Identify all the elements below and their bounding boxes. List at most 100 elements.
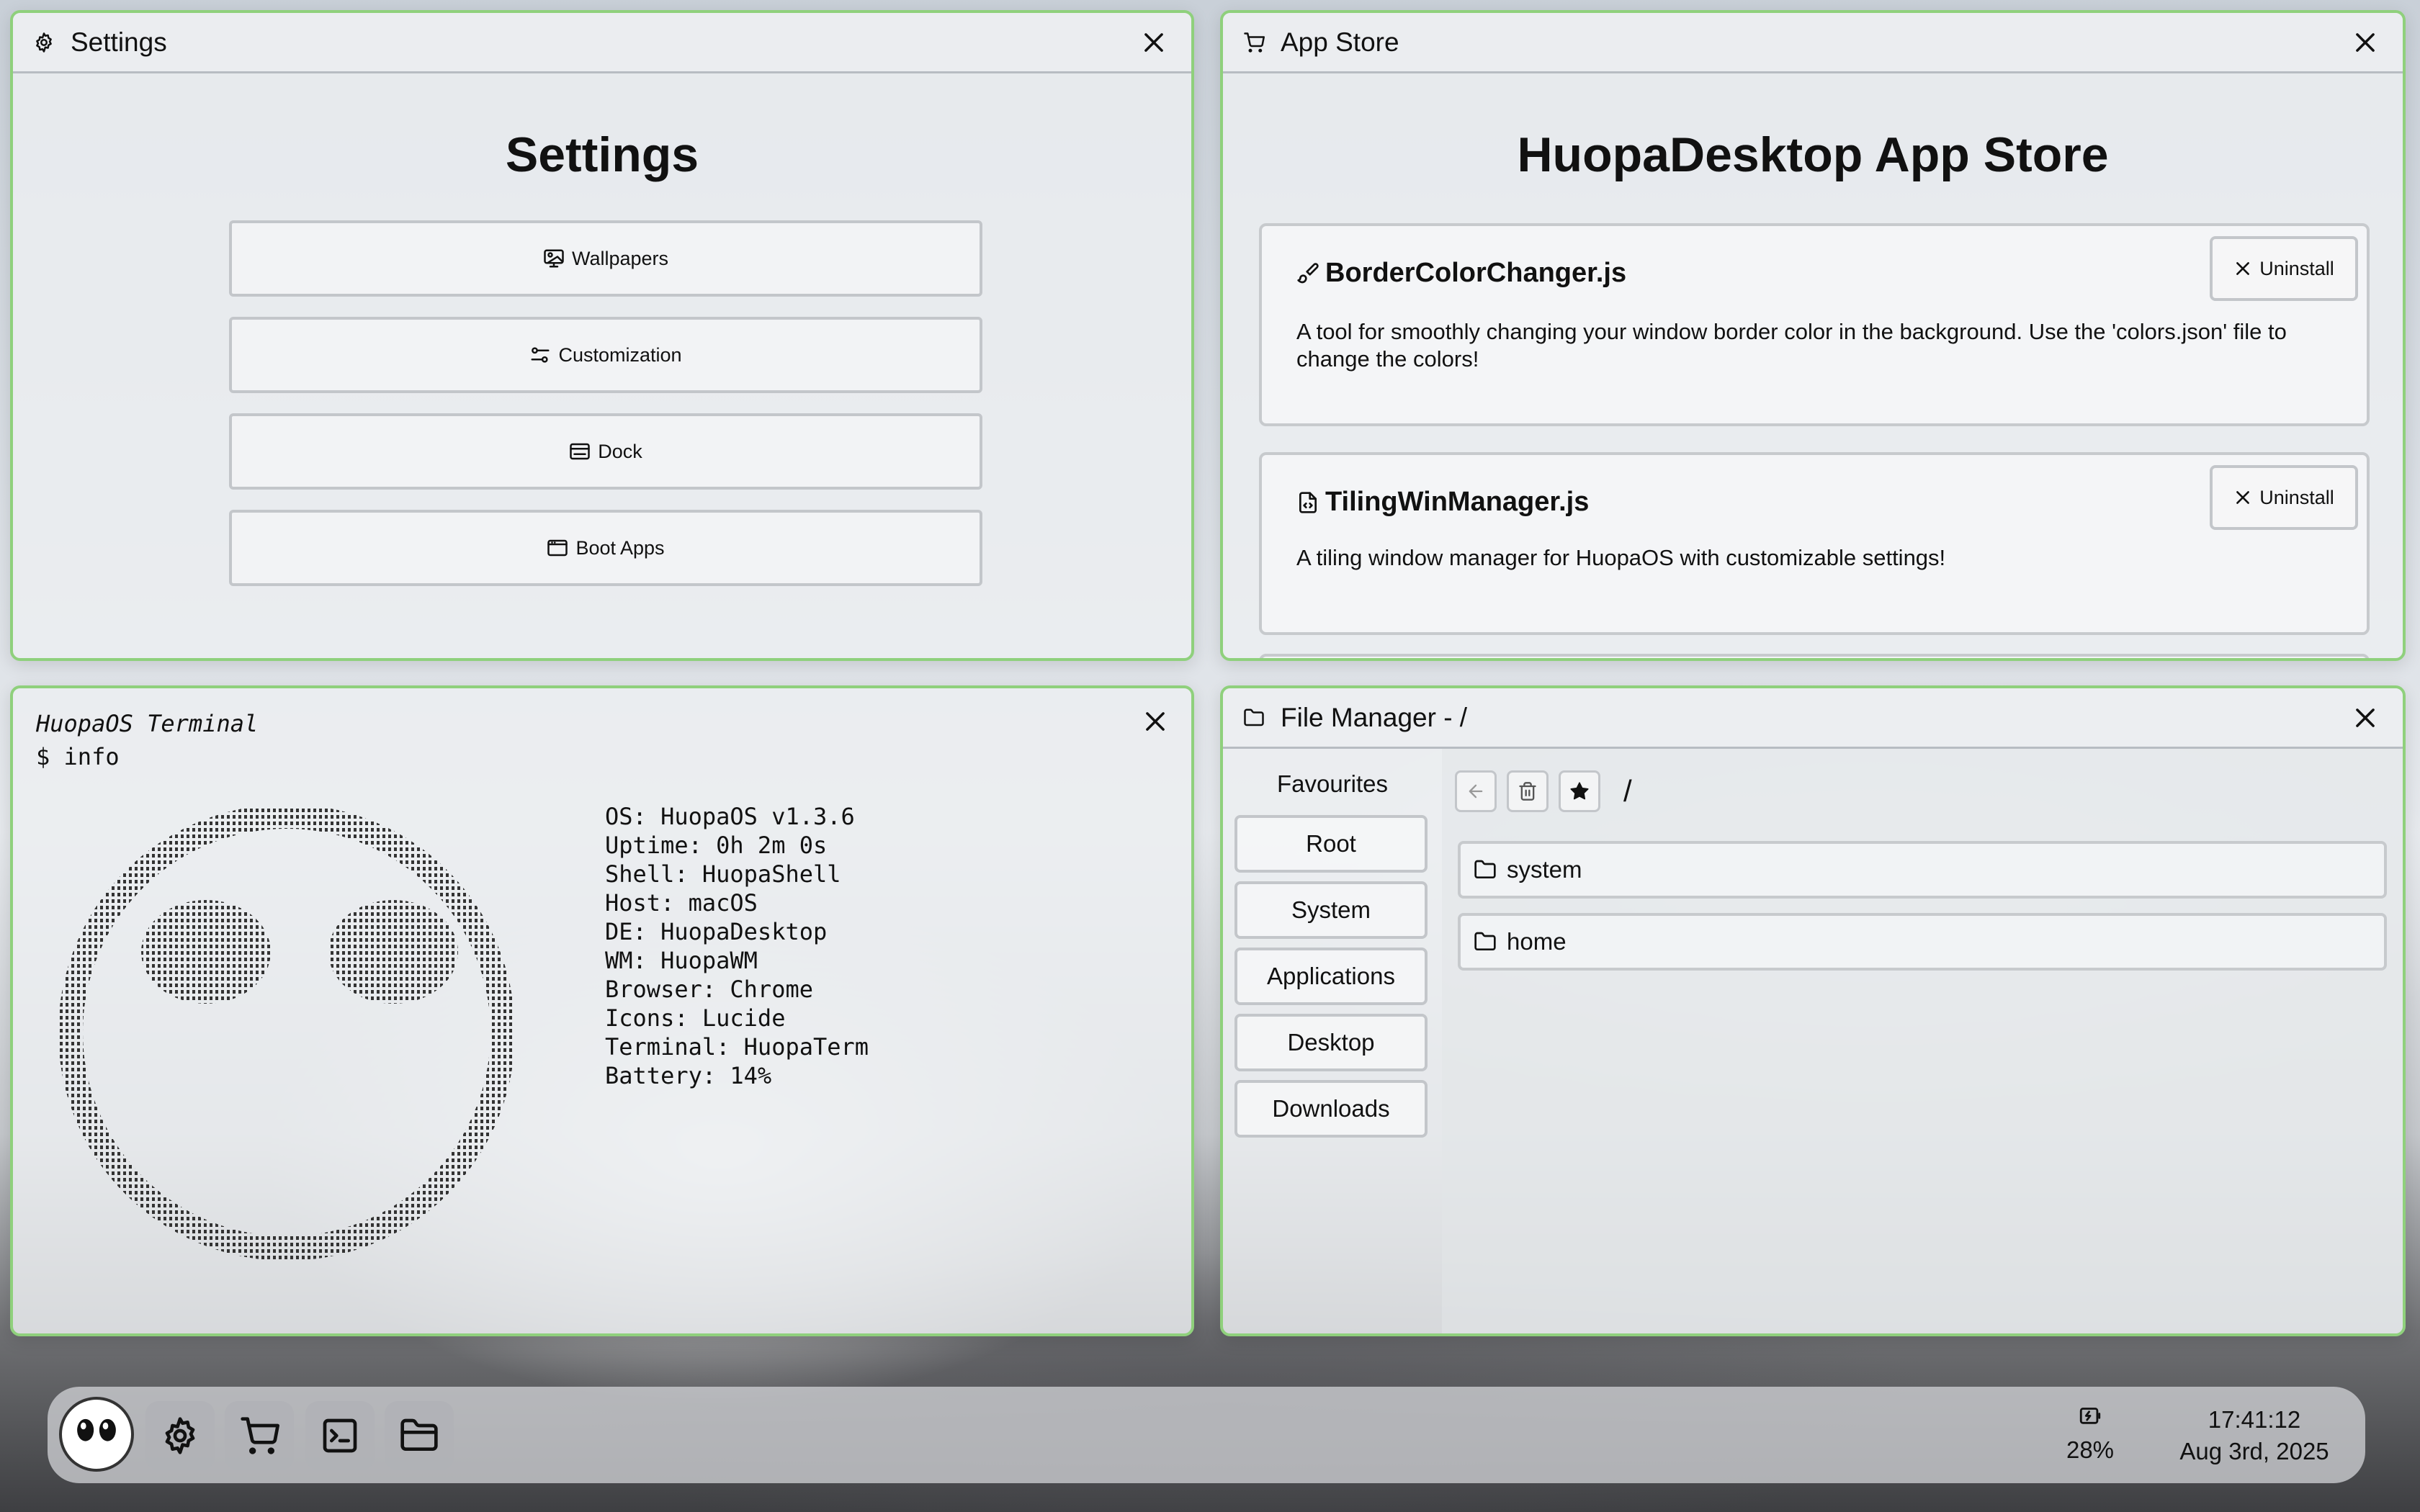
- file-manager-window-title: File Manager - /: [1281, 702, 1468, 732]
- uninstall-label: Uninstall: [2259, 486, 2334, 508]
- info-line: Terminal: HuopaTerm: [605, 1033, 869, 1061]
- dock-terminal[interactable]: [305, 1401, 375, 1470]
- favourite-system[interactable]: System: [1234, 881, 1428, 939]
- wallpapers-label: Wallpapers: [571, 247, 669, 269]
- settings-window: Settings Settings Wallpapers Customizati…: [10, 10, 1194, 661]
- boot-apps-label: Boot Apps: [575, 536, 665, 559]
- terminal-info-output: OS: HuopaOS v1.3.6 Uptime: 0h 2m 0s Shel…: [605, 802, 869, 1090]
- dock: 28% 17:41:12 Aug 3rd, 2025: [48, 1387, 2365, 1483]
- terminal-title: HuopaOS Terminal: [36, 710, 259, 737]
- terminal-icon: [323, 1418, 357, 1453]
- gear-icon: [32, 30, 56, 55]
- battery-charging-icon: [2079, 1408, 2101, 1424]
- terminal-close-button[interactable]: [1135, 701, 1175, 742]
- huopa-ascii-logo-icon: [58, 808, 515, 1261]
- close-icon: [2356, 708, 2375, 727]
- back-button[interactable]: [1455, 770, 1497, 812]
- close-icon: [2236, 491, 2250, 504]
- customization-label: Customization: [558, 343, 682, 366]
- app-name-text: TilingWinManager.js: [1325, 487, 1590, 517]
- star-icon: [1570, 782, 1589, 800]
- terminal-window[interactable]: HuopaOS Terminal $ info OS: HuopaOS v1.3…: [10, 685, 1194, 1336]
- delete-button[interactable]: [1507, 770, 1549, 812]
- settings-heading: Settings: [505, 127, 699, 182]
- favourite-desktop[interactable]: Desktop: [1234, 1014, 1428, 1071]
- folder-icon: [1474, 932, 1496, 950]
- clock-time: 17:41:12: [2208, 1406, 2301, 1433]
- uninstall-label: Uninstall: [2259, 257, 2334, 279]
- app-window-icon: [547, 539, 568, 557]
- app-store-titlebar[interactable]: App Store: [1223, 13, 2403, 73]
- dock-file-manager[interactable]: [385, 1401, 454, 1470]
- favourites-label: Favourites: [1276, 770, 1389, 797]
- clock[interactable]: 17:41:12 Aug 3rd, 2025: [2162, 1404, 2347, 1467]
- favourite-button[interactable]: [1559, 770, 1600, 812]
- file-manager-close-button[interactable]: [2345, 698, 2385, 738]
- boot-apps-button[interactable]: Boot Apps: [229, 510, 982, 586]
- huopa-logo-button[interactable]: [59, 1397, 134, 1472]
- app-store-window: App Store HuopaDesktop App Store BorderC…: [1220, 10, 2406, 661]
- favourite-downloads[interactable]: Downloads: [1234, 1080, 1428, 1138]
- settings-icon: [165, 1417, 195, 1454]
- shopping-cart-icon: [1242, 30, 1266, 55]
- info-line: Browser: Chrome: [605, 976, 813, 1003]
- folder-name: home: [1507, 928, 1567, 955]
- paintbrush-icon: [1297, 262, 1319, 283]
- folder-icon: [1242, 706, 1266, 730]
- file-manager-titlebar[interactable]: File Manager - /: [1223, 688, 2403, 749]
- favourite-root[interactable]: Root: [1234, 815, 1428, 873]
- close-icon: [1146, 712, 1165, 731]
- arrow-left-icon: [1469, 784, 1483, 798]
- uninstall-button[interactable]: Uninstall: [2210, 236, 2358, 301]
- folder-icon: [400, 1418, 438, 1451]
- file-list-pane: / system home: [1442, 749, 2403, 1333]
- info-line: Host: macOS: [605, 889, 758, 917]
- uninstall-button[interactable]: Uninstall: [2210, 465, 2358, 530]
- app-name-text: BorderColorChanger.js: [1325, 258, 1627, 288]
- folder-name: system: [1507, 856, 1582, 883]
- settings-window-title: Settings: [71, 27, 167, 57]
- file-code-icon: [1299, 491, 1317, 513]
- info-line: Battery: 14%: [605, 1062, 772, 1089]
- sliders-icon: [531, 347, 550, 363]
- info-line: Uptime: 0h 2m 0s: [605, 832, 828, 859]
- dock-app-store[interactable]: [225, 1401, 294, 1470]
- clock-date: Aug 3rd, 2025: [2179, 1438, 2329, 1464]
- dock-label: Dock: [598, 440, 642, 462]
- info-line: WM: HuopaWM: [605, 947, 758, 974]
- dock-button[interactable]: Dock: [229, 413, 982, 490]
- close-icon: [2356, 32, 2375, 52]
- folder-entry-home[interactable]: home: [1458, 913, 2387, 971]
- file-toolbar: /: [1455, 770, 1632, 812]
- file-manager-window: File Manager - / Favourites Root System …: [1220, 685, 2406, 1336]
- customization-button[interactable]: Customization: [229, 317, 982, 393]
- battery-indicator[interactable]: 28%: [2047, 1403, 2133, 1464]
- folder-entry-system[interactable]: system: [1458, 841, 2387, 899]
- info-line: OS: HuopaOS v1.3.6: [605, 803, 855, 830]
- app-store-close-button[interactable]: [2345, 22, 2385, 63]
- wallpapers-button[interactable]: Wallpapers: [229, 220, 982, 297]
- trash-icon: [1519, 782, 1536, 801]
- app-description: A tiling window manager for HuopaOS with…: [1296, 545, 1946, 570]
- close-icon: [2236, 262, 2250, 275]
- current-path: /: [1623, 774, 1632, 808]
- info-line: Icons: Lucide: [605, 1004, 786, 1032]
- settings-titlebar[interactable]: Settings: [13, 13, 1191, 73]
- close-icon: [1144, 32, 1163, 52]
- app-name: BorderColorChanger.js: [1296, 258, 1626, 289]
- app-name: TilingWinManager.js: [1296, 487, 1589, 518]
- folder-icon: [1474, 860, 1496, 878]
- info-line: Shell: HuopaShell: [605, 860, 841, 888]
- dock-settings[interactable]: [145, 1401, 215, 1470]
- app-card-tilingwinmanager: TilingWinManager.js A tiling window mana…: [1259, 452, 2370, 635]
- app-store-heading: HuopaDesktop App Store: [1517, 127, 2109, 182]
- shopping-cart-icon: [241, 1417, 279, 1454]
- image-icon: [544, 249, 564, 268]
- favourites-sidebar: Favourites Root System Applications Desk…: [1223, 749, 1442, 1333]
- settings-close-button[interactable]: [1134, 22, 1174, 63]
- app-store-window-title: App Store: [1281, 27, 1399, 57]
- huopa-logo-icon: [77, 1418, 116, 1441]
- favourite-applications[interactable]: Applications: [1234, 948, 1428, 1005]
- battery-percent: 28%: [2066, 1436, 2115, 1463]
- dock-icon: [570, 443, 590, 460]
